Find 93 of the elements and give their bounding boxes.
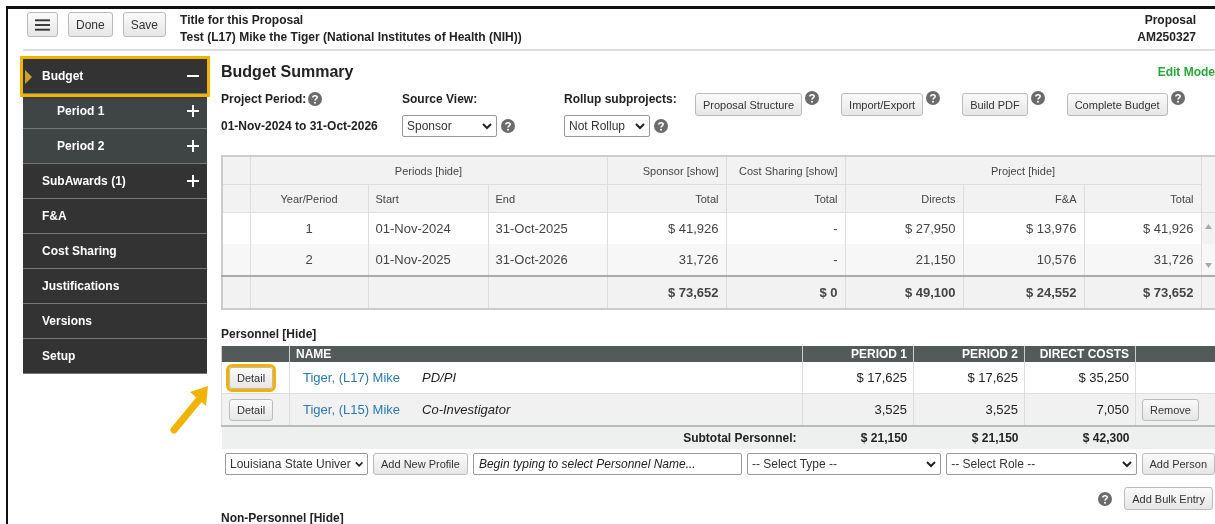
role-text: Co-Investigator [422,402,511,417]
add-bulk-entry-button[interactable]: Add Bulk Entry [1124,487,1213,510]
scroll-down-icon [1204,263,1212,268]
column-group-header[interactable]: Periods [hide] [250,156,607,185]
table-cell: 10,576 [963,244,1084,276]
table-cell: 21,150 [845,244,963,276]
table-cell: 31-Oct-2026 [488,244,607,276]
field-label: Rollup subprojects: [564,91,678,107]
table-cell: 2 [250,244,368,276]
help-icon [1098,491,1113,506]
column-header: Total [607,184,726,213]
table-cell: $ 35,250 [1024,362,1136,394]
column-header: PERIOD 2 [913,346,1025,362]
help-icon [926,91,941,105]
remove-button[interactable]: Remove [1142,398,1199,421]
chevron-icon [354,460,363,468]
field-label: Source View: [402,91,479,107]
current-marker-icon [25,70,32,84]
table-cell: 7,050 [1024,393,1136,426]
scroll-up-icon [1204,224,1212,229]
toolbar-button[interactable]: Proposal Structure [695,93,803,116]
person-link[interactable]: Tiger, (L15) Mike [303,402,401,417]
sidebar-item[interactable]: Period 2 [23,129,207,164]
table-cell: 01-Nov-2025 [368,244,488,276]
table-cell: $ 17,625 [913,362,1025,394]
proposal-number: AM250327 [1137,29,1196,46]
total-cell: $ 21,150 [802,426,914,449]
menu-icon [35,17,50,32]
type-dropdown[interactable]: -- Select Type -- [746,453,942,475]
column-group-header[interactable]: Project [hide] [845,156,1202,185]
table-cell: - [726,244,845,276]
field-label: Project Period: [221,91,307,107]
total-cell: $ 73,652 [607,276,726,309]
proposal-title: Test (L17) Mike the Tiger (National Institutes of Health (NIH)) [180,29,522,46]
column-header: DIRECT COSTS [1024,346,1136,362]
dropdown[interactable]: Not Rollup [564,115,650,137]
table-cell: 31,726 [1084,244,1202,276]
column-header: End [488,184,607,213]
help-icon [1030,91,1045,105]
total-cell: $ 49,100 [845,276,963,309]
column-header: F&A [963,184,1084,213]
header-button[interactable]: Done [68,12,113,37]
name-field[interactable]: Begin typing to select Personnel Name... [472,453,742,475]
column-group-header[interactable]: Sponsor [show] [607,156,726,185]
subtotal-label: Subtotal Personnel: [289,426,803,449]
chevron-icon [635,122,645,130]
help-icon [654,119,668,133]
total-cell: $ 42,300 [1024,426,1136,449]
role-dropdown[interactable]: -- Select Role -- [946,453,1137,475]
project-period: 01-Nov-2024 to 31-Oct-2026 [221,119,379,133]
column-header: Total [1084,184,1202,213]
help-icon [501,119,515,133]
table-cell: $ 17,625 [802,362,914,394]
section-heading[interactable]: Personnel [Hide] [221,327,1215,341]
chevron-icon [926,460,937,468]
menu-button[interactable] [27,12,58,37]
title-label: Title for this Proposal [180,12,305,29]
toolbar-button[interactable]: Import/Export [841,93,924,116]
table-cell: 3,525 [913,393,1025,426]
chevron-icon [1121,460,1132,468]
column-header: Year/Period [250,184,368,213]
column-group-header[interactable]: Cost Sharing [show] [726,156,845,185]
proposal-label: Proposal [1143,12,1196,29]
toolbar-button[interactable]: Complete Budget [1066,93,1168,116]
total-cell: $ 21,150 [913,426,1025,449]
add-profile-button[interactable]: Add New Profile [373,453,468,475]
sidebar-item[interactable]: Budget [23,59,207,94]
table-cell: 3,525 [802,393,914,426]
mode-label: Edit Mode [1157,65,1215,79]
person-link[interactable]: Tiger, (L17) Mike [303,370,401,385]
help-icon [1170,91,1185,105]
detail-button[interactable]: Detail [229,398,274,421]
role-text: PD/PI [422,370,457,385]
column-header: NAME [289,346,803,362]
total-cell: $ 0 [726,276,845,309]
header-button[interactable]: Save [122,12,167,37]
column-header: PERIOD 1 [802,346,914,362]
organization-dropdown[interactable]: Louisiana State Univer [225,453,368,475]
detail-button[interactable]: Detail [229,366,274,389]
table-cell: 31,726 [607,244,726,276]
dropdown[interactable]: Sponsor [402,115,497,137]
help-icon [308,92,323,106]
column-header: Total [726,184,845,213]
chevron-icon [482,122,492,130]
toolbar-button[interactable]: Build PDF [962,93,1028,116]
total-cell: $ 73,652 [1084,276,1202,309]
section-heading: Budget Summary [221,63,354,81]
column-header: Start [368,184,488,213]
add-person-button[interactable]: Add Person [1141,453,1215,475]
section-heading[interactable]: Non-Personnel [Hide] [221,511,1215,524]
total-cell: $ 24,552 [963,276,1084,309]
column-header: Directs [845,184,963,213]
help-icon [805,91,820,105]
